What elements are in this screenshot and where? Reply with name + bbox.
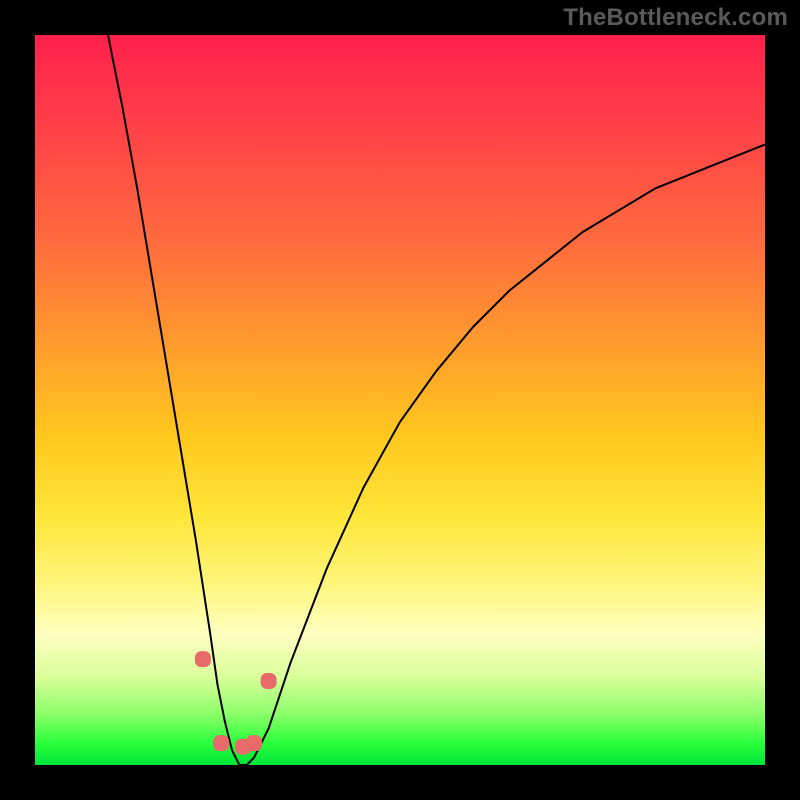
plot-area [35, 35, 765, 765]
watermark-text: TheBottleneck.com [563, 4, 788, 32]
curve-svg [35, 35, 765, 765]
curve-marker [261, 673, 277, 689]
curve-marker [195, 651, 211, 667]
curve-marker [213, 735, 229, 751]
chart-frame: TheBottleneck.com [0, 0, 800, 800]
curve-marker [246, 735, 262, 751]
